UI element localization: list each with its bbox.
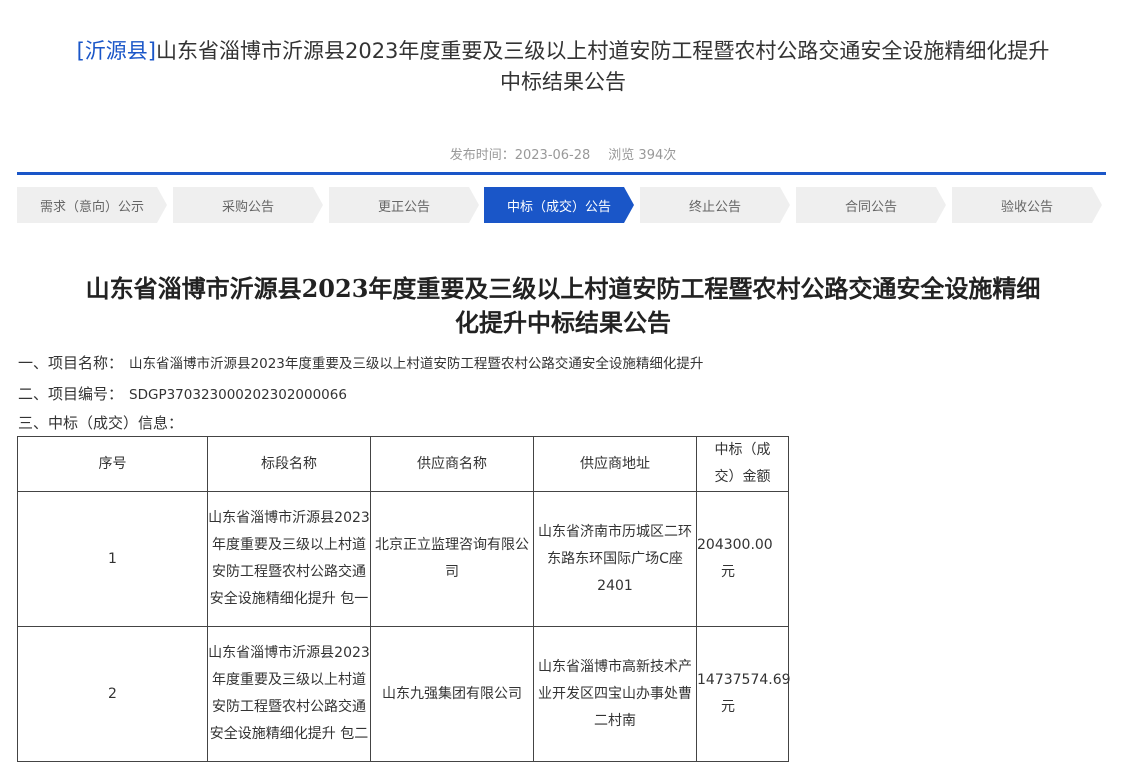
step-contract-notice[interactable]: 合同公告	[796, 187, 946, 223]
document-title: 山东省淄博市沂源县2023年度重要及三级以上村道安防工程暨农村公路交通安全设施精…	[20, 272, 1106, 340]
project-name-value: 山东省淄博市沂源县2023年度重要及三级以上村道安防工程暨农村公路交通安全设施精…	[129, 356, 704, 372]
step-termination-notice[interactable]: 终止公告	[640, 187, 790, 223]
award-info-heading: 三、中标（成交）信息：	[18, 414, 184, 432]
amount-unit: 元	[721, 699, 735, 715]
row-supplier-name: 北京正立监理咨询有限公司	[370, 491, 534, 627]
header-supplier-name: 供应商名称	[370, 436, 534, 492]
step-acceptance-notice[interactable]: 验收公告	[952, 187, 1102, 223]
header-section-name: 标段名称	[207, 436, 371, 492]
header-title-text: 山东省淄博市沂源县2023年度重要及三级以上村道安防工程暨农村公路交通安全设施精…	[155, 39, 1050, 63]
step-award-notice[interactable]: 中标（成交）公告	[484, 187, 634, 223]
row-supplier-address: 山东省济南市历城区二环东路东环国际广场C座2401	[533, 491, 697, 627]
row-no: 2	[17, 626, 208, 762]
table-row: 1 山东省淄博市沂源县2023年度重要及三级以上村道安防工程暨农村公路交通安全设…	[17, 491, 789, 627]
header-supplier-address: 供应商地址	[533, 436, 697, 492]
project-number-label: 二、项目编号：	[18, 385, 124, 403]
project-number-value: SDGP370323000202302000066	[129, 387, 347, 403]
document-title-line1: 山东省淄博市沂源县2023年度重要及三级以上村道安防工程暨农村公路交通安全设施精…	[85, 274, 1041, 303]
award-result-table: 序号 标段名称 供应商名称 供应商地址 中标（成交）金额 1 山东省淄博市沂源县…	[17, 436, 791, 762]
amount-unit: 元	[721, 564, 735, 580]
header-no: 序号	[17, 436, 208, 492]
publish-time: 发布时间：2023-06-28	[449, 148, 591, 163]
row-award-amount: 204300.00 元	[696, 491, 789, 627]
document-title-line2: 化提升中标结果公告	[455, 308, 671, 337]
project-name-line: 一、项目名称： 山东省淄博市沂源县2023年度重要及三级以上村道安防工程暨农村公路…	[18, 352, 703, 373]
step-correction-notice[interactable]: 更正公告	[329, 187, 479, 223]
row-no: 1	[17, 491, 208, 627]
region-link[interactable]: [沂源县]	[77, 39, 156, 63]
page-header-title: [沂源县]山东省淄博市沂源县2023年度重要及三级以上村道安防工程暨农村公路交通…	[18, 36, 1108, 98]
row-section-name: 山东省淄博市沂源县2023年度重要及三级以上村道安防工程暨农村公路交通安全设施精…	[207, 626, 371, 762]
amount-value: 14737574.69	[697, 672, 791, 688]
row-award-amount: 14737574.69 元	[696, 626, 791, 762]
amount-value: 204300.00	[697, 537, 773, 553]
announcement-steps: 需求（意向）公示 采购公告 更正公告 中标（成交）公告 终止公告 合同公告 验收…	[17, 187, 1106, 223]
table-header-row: 序号 标段名称 供应商名称 供应商地址 中标（成交）金额	[17, 436, 789, 492]
step-demand-notice[interactable]: 需求（意向）公示	[17, 187, 167, 223]
header-title-line1: [沂源县]山东省淄博市沂源县2023年度重要及三级以上村道安防工程暨农村公路交通…	[18, 36, 1108, 67]
step-procurement-notice[interactable]: 采购公告	[173, 187, 323, 223]
publish-meta: 发布时间：2023-06-28 浏览 394次	[0, 144, 1126, 163]
row-supplier-name: 山东九强集团有限公司	[370, 626, 534, 762]
project-name-label: 一、项目名称：	[18, 354, 124, 372]
row-supplier-address: 山东省淄博市高新技术产业开发区四宝山办事处曹二村南	[533, 626, 697, 762]
header-award-amount: 中标（成交）金额	[696, 436, 789, 492]
row-section-name: 山东省淄博市沂源县2023年度重要及三级以上村道安防工程暨农村公路交通安全设施精…	[207, 491, 371, 627]
view-count: 浏览 394次	[608, 148, 677, 163]
header-divider	[17, 172, 1106, 175]
project-number-line: 二、项目编号： SDGP370323000202302000066	[18, 383, 347, 404]
header-title-line2: 中标结果公告	[500, 70, 626, 94]
table-row: 2 山东省淄博市沂源县2023年度重要及三级以上村道安防工程暨农村公路交通安全设…	[17, 626, 791, 762]
